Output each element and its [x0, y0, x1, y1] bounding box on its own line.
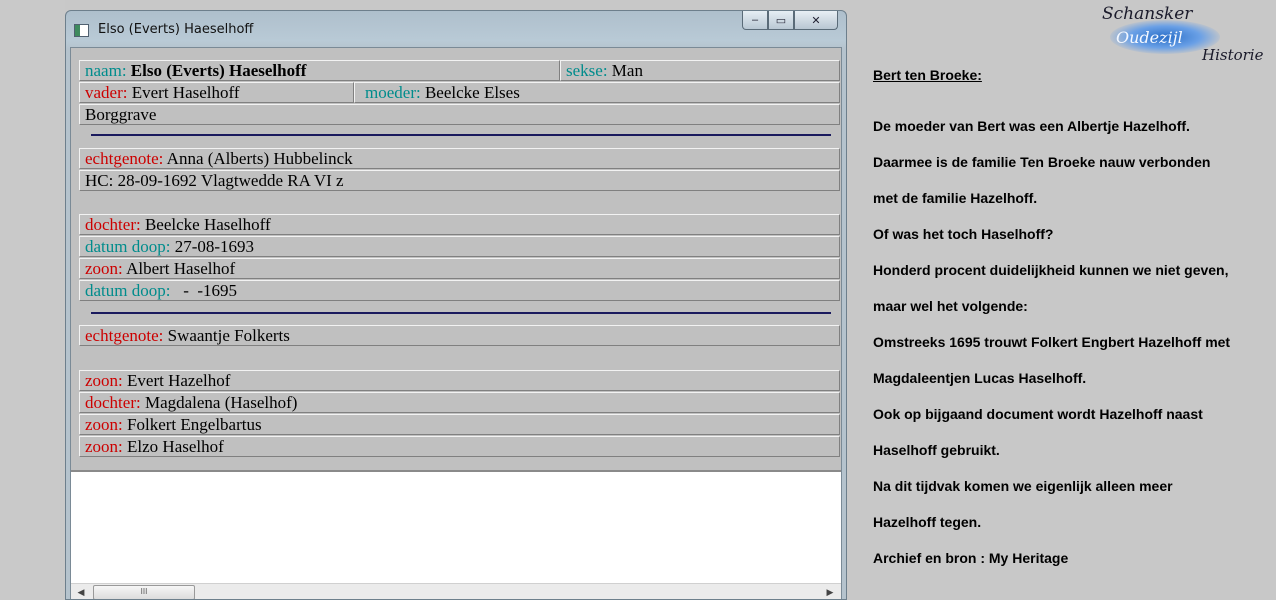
article-line: Hazelhoff tegen.: [873, 514, 982, 530]
minimize-button[interactable]: –: [742, 11, 768, 30]
window-controls: – ▭ ✕: [742, 11, 838, 31]
site-logo: Schansker Oudezijl Historie: [1098, 2, 1270, 68]
close-button[interactable]: ✕: [794, 11, 838, 30]
article-line: Daarmee is de familie Ten Broeke nauw ve…: [873, 154, 1211, 170]
article-heading: Bert ten Broeke:: [873, 67, 982, 83]
child-2-label: zoon:: [85, 259, 123, 278]
app-icon: [74, 24, 89, 37]
child-2-baptism-value: - -1695: [174, 281, 238, 300]
article-line: De moeder van Bert was een Albertje Haze…: [873, 118, 1190, 134]
spouse-1-value: Anna (Alberts) Hubbelinck: [166, 149, 353, 168]
father-label: vader:: [85, 83, 128, 102]
article-line: met de familie Hazelhoff.: [873, 190, 1038, 206]
page-left-margin: [0, 0, 65, 600]
logo-line-1: Schansker: [1102, 4, 1193, 24]
child-6-field: zoon: Elzo Haselhof: [79, 436, 840, 457]
mother-field: moeder: Beelcke Elses: [354, 82, 840, 103]
article-line: Omstreeks 1695 trouwt Folkert Engbert Ha…: [873, 334, 1231, 350]
mother-label: moeder:: [365, 83, 421, 102]
marriage-1-field: HC: 28-09-1692 Vlagtwedde RA VI z: [79, 170, 840, 191]
child-1-baptism-field: datum doop: 27-08-1693: [79, 236, 840, 257]
child-1-baptism-value: 27-08-1693: [174, 237, 255, 256]
article-line: Magdaleentjen Lucas Haselhoff.: [873, 370, 1087, 386]
sex-label: sekse:: [566, 61, 608, 80]
child-4-label: dochter:: [85, 393, 141, 412]
article-line: maar wel het volgende:: [873, 298, 1028, 314]
spouse-1-label: echtgenote:: [85, 149, 164, 168]
child-3-value: Evert Hazelhof: [127, 371, 231, 390]
mother-value: Beelcke Elses: [424, 83, 520, 102]
child-3-label: zoon:: [85, 371, 123, 390]
child-2-field: zoon: Albert Haselhof: [79, 258, 840, 279]
window-client-area: naam: Elso (Everts) Haeselhoff sekse: Ma…: [70, 47, 842, 599]
child-2-baptism-label: datum doop:: [85, 281, 171, 300]
place-field: Borggrave: [79, 104, 840, 125]
child-3-field: zoon: Evert Hazelhof: [79, 370, 840, 391]
father-value: Evert Haselhoff: [131, 83, 240, 102]
child-1-field: dochter: Beelcke Haselhoff: [79, 214, 840, 235]
child-4-field: dochter: Magdalena (Haselhof): [79, 392, 840, 413]
scrollbar-thumb[interactable]: III: [93, 585, 195, 599]
spouse-1-field: echtgenote: Anna (Alberts) Hubbelinck: [79, 148, 840, 169]
article-line: Na dit tijdvak komen we eigenlijk alleen…: [873, 478, 1173, 494]
name-value: Elso (Everts) Haeselhoff: [130, 61, 307, 80]
place-value: Borggrave: [85, 105, 157, 124]
article-line: Ook op bijgaand document wordt Hazelhoff…: [873, 406, 1203, 422]
father-field: vader: Evert Haselhoff: [79, 82, 354, 103]
horizontal-scrollbar[interactable]: ◀ III ▶: [71, 583, 841, 599]
child-4-value: Magdalena (Haselhof): [144, 393, 298, 412]
logo-line-3: Historie: [1202, 46, 1264, 64]
scroll-left-arrow-icon[interactable]: ◀: [74, 585, 88, 599]
child-6-label: zoon:: [85, 437, 123, 456]
child-5-label: zoon:: [85, 415, 123, 434]
record-window: Elso (Everts) Haeselhoff – ▭ ✕ naam: Els…: [65, 10, 847, 600]
article-line: Archief en bron : My Heritage: [873, 550, 1069, 566]
maximize-button[interactable]: ▭: [768, 11, 794, 30]
name-field: naam: Elso (Everts) Haeselhoff: [79, 60, 560, 81]
section-divider: [91, 312, 831, 314]
article-line: Honderd procent duidelijkheid kunnen we …: [873, 262, 1229, 278]
genealogy-record: naam: Elso (Everts) Haeselhoff sekse: Ma…: [71, 48, 841, 472]
child-1-value: Beelcke Haselhoff: [144, 215, 271, 234]
name-label: naam:: [85, 61, 127, 80]
child-1-label: dochter:: [85, 215, 141, 234]
window-title: Elso (Everts) Haeselhoff: [98, 22, 254, 37]
article-text: Bert ten Broeke: De moeder van Bert was …: [873, 64, 1268, 566]
child-6-value: Elzo Haselhof: [127, 437, 224, 456]
sex-field: sekse: Man: [560, 60, 840, 81]
child-2-value: Albert Haselhof: [126, 259, 236, 278]
article-line: Haselhoff gebruikt.: [873, 442, 1000, 458]
child-2-baptism-field: datum doop: - -1695: [79, 280, 840, 301]
spouse-2-field: echtgenote: Swaantje Folkerts: [79, 325, 840, 346]
logo-line-2: Oudezijl: [1116, 28, 1183, 47]
spouse-2-label: echtgenote:: [85, 326, 164, 345]
window-titlebar[interactable]: Elso (Everts) Haeselhoff – ▭ ✕: [66, 11, 846, 47]
child-1-baptism-label: datum doop:: [85, 237, 171, 256]
marriage-1-value: HC: 28-09-1692 Vlagtwedde RA VI z: [85, 171, 344, 190]
child-5-field: zoon: Folkert Engelbartus: [79, 414, 840, 435]
section-divider: [91, 134, 831, 136]
scroll-right-arrow-icon[interactable]: ▶: [823, 585, 837, 599]
spouse-2-value: Swaantje Folkerts: [167, 326, 290, 345]
child-5-value: Folkert Engelbartus: [127, 415, 262, 434]
article-line: Of was het toch Haselhoff?: [873, 226, 1054, 242]
sex-value: Man: [611, 61, 643, 80]
